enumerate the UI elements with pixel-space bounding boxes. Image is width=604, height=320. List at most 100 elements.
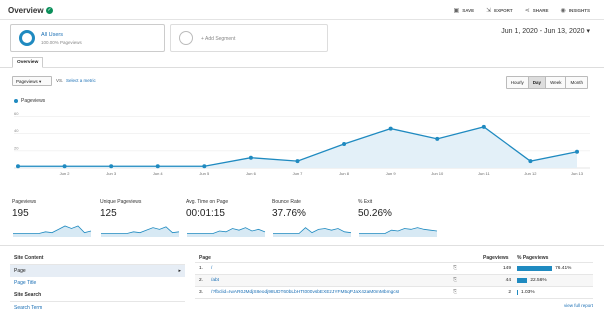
summary-metric[interactable]: Bounce Rate 37.76% — [272, 199, 354, 239]
empty-segment-circle-icon — [179, 31, 193, 45]
page-link[interactable]: / — [211, 266, 212, 271]
share-button[interactable]: ⋖ SHARE — [525, 7, 549, 14]
copy-icon[interactable]: ⎘ — [453, 289, 457, 295]
data-point — [575, 149, 579, 154]
segment-circle-icon — [19, 30, 35, 46]
view-full-report-link[interactable]: view full report — [195, 299, 593, 308]
data-point — [435, 136, 440, 141]
col-pct-pageviews: % Pageviews — [517, 255, 549, 261]
add-segment-label: + Add Segment — [201, 36, 236, 42]
nav-item-search-term[interactable]: Search Term — [10, 302, 185, 314]
x-tick-label: Jun 10 — [431, 171, 444, 176]
vs-label: VS. — [56, 78, 64, 83]
add-segment-button[interactable]: + Add Segment — [170, 24, 328, 52]
pct-bar — [517, 266, 553, 271]
share-icon: ⋖ — [524, 8, 530, 14]
segment-all-users[interactable]: All Users 100.00% Pageviews — [10, 24, 165, 52]
row-number: 1. — [199, 266, 204, 271]
data-point — [388, 126, 393, 131]
metric-selector[interactable]: Pageviews ▾ — [12, 76, 52, 86]
site-content-panel: Site Content Page ▸ Page Title Site Searc… — [10, 252, 185, 314]
summary-metric[interactable]: Avg. Time on Page 00:01:15 — [186, 199, 268, 239]
copy-icon[interactable]: ⎘ — [453, 277, 457, 283]
pct-value: 76.41% — [555, 266, 572, 271]
metric-label: Avg. Time on Page — [186, 199, 229, 205]
summary-metric[interactable]: Unique Pageviews 125 — [100, 199, 182, 239]
x-tick-label: Jun 8 — [339, 171, 350, 176]
table-header: Page Pageviews % Pageviews — [195, 252, 593, 262]
metric-value: 195 — [12, 208, 29, 219]
pct-bar — [517, 290, 518, 295]
sparkline — [101, 226, 180, 237]
data-point — [481, 124, 486, 129]
x-tick-label: Jun 12 — [524, 171, 537, 176]
section-divider — [0, 245, 604, 246]
data-point — [342, 142, 347, 146]
pageviews-value: 44 — [505, 278, 511, 283]
sparkline — [359, 227, 438, 237]
save-button[interactable]: ▣ SAVE — [454, 7, 475, 14]
x-tick-label: Jun 3 — [106, 171, 117, 176]
select-metric-link[interactable]: Select a metric — [66, 78, 96, 83]
y-tick-label: 40 — [14, 128, 19, 133]
insights-button[interactable]: ◉ INSIGHTS — [560, 7, 590, 14]
pageviews-value: 149 — [502, 266, 511, 271]
page-title: Overview — [8, 6, 44, 15]
data-point — [202, 164, 207, 169]
data-point — [16, 164, 20, 169]
metric-value: 37.76% — [272, 208, 306, 219]
header-divider — [0, 19, 604, 20]
pct-value: 1.03% — [521, 290, 535, 295]
x-tick-label: Jun 6 — [246, 171, 257, 176]
pageviews-chart: 20 40 60 Jun 2 Jun 3 Jun 4 Jun 5 Jun 6 Jun 7 Jun … — [14, 111, 590, 176]
copy-icon[interactable]: ⎘ — [453, 265, 457, 271]
row-number: 3. — [199, 290, 204, 295]
nav-item-page[interactable]: Page ▸ — [10, 265, 185, 277]
data-point — [295, 159, 300, 164]
x-tick-label: Jun 13 — [571, 171, 584, 176]
data-point — [155, 164, 160, 169]
site-content-heading: Site Content — [14, 255, 44, 261]
tab-overview[interactable]: Overview — [12, 57, 44, 68]
nav-item-page-title[interactable]: Page Title — [10, 277, 185, 289]
export-button[interactable]: ⇲ EXPORT — [486, 7, 513, 14]
granularity-day[interactable]: Day — [528, 77, 547, 88]
table-body: 1. / ⎘ 149 76.41% 2. /abt ⎘ 44 22.56% 3.… — [195, 263, 593, 299]
pct-bar — [517, 278, 528, 283]
granularity-week[interactable]: Week — [546, 77, 567, 88]
page-link[interactable]: /?fbclid=IwAR0JMdjS8eodj98UDT60bLbHTt000… — [211, 290, 399, 295]
verified-check-icon: ✓ — [46, 7, 53, 14]
metric-value: 00:01:15 — [186, 208, 225, 219]
chevron-down-icon: ▾ — [39, 79, 42, 84]
segment-name: All Users — [41, 32, 64, 38]
page-link[interactable]: /abt — [211, 278, 219, 283]
data-point — [62, 164, 67, 169]
sparkline — [187, 227, 266, 237]
metric-label: % Exit — [358, 199, 373, 205]
row-number: 2. — [199, 278, 204, 283]
table-row: 2. /abt ⎘ 44 22.56% — [195, 275, 593, 286]
pageviews-value: 2 — [508, 290, 511, 295]
tab-divider — [0, 67, 604, 68]
y-tick-label: 60 — [14, 111, 19, 116]
summary-metric[interactable]: % Exit 50.26% — [358, 199, 440, 239]
chevron-down-icon: ▾ — [586, 28, 590, 35]
date-range-picker[interactable]: Jun 1, 2020 - Jun 13, 2020 ▾ — [501, 27, 590, 35]
y-tick-label: 20 — [14, 145, 19, 150]
granularity-month[interactable]: Month — [566, 77, 587, 88]
x-tick-label: Jun 2 — [60, 171, 71, 176]
site-search-heading: Site Search — [14, 292, 42, 298]
sparkline — [13, 225, 92, 237]
data-point — [109, 164, 114, 169]
summary-metric[interactable]: Pageviews 195 — [12, 199, 94, 239]
sparkline — [273, 227, 352, 237]
save-icon: ▣ — [453, 8, 460, 14]
chevron-right-icon: ▸ — [178, 268, 181, 274]
metric-value: 50.26% — [358, 208, 392, 219]
col-pageviews: Pageviews — [483, 255, 509, 261]
table-row: 1. / ⎘ 149 76.41% — [195, 263, 593, 274]
x-tick-label: Jun 11 — [478, 171, 490, 176]
data-point — [248, 155, 253, 160]
col-page: Page — [199, 255, 211, 261]
granularity-hourly[interactable]: Hourly — [506, 77, 529, 88]
